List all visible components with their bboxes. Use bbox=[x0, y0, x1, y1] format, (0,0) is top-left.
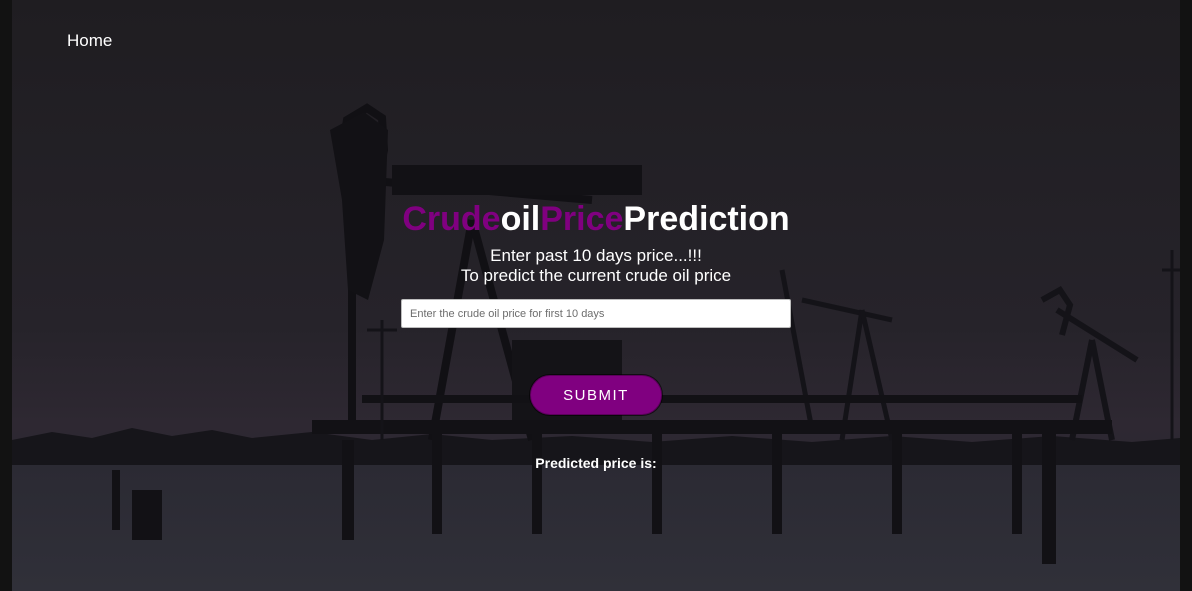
subtitle-line-2: To predict the current crude oil price bbox=[460, 266, 732, 285]
title-part-prediction: Prediction bbox=[623, 200, 790, 238]
subtitle-line-1: Enter past 10 days price...!!! bbox=[490, 246, 702, 265]
left-border-strip bbox=[0, 0, 12, 591]
page: Home CrudeoilPricePrediction Enter past … bbox=[0, 0, 1192, 591]
title-part-crude: Crude bbox=[402, 200, 501, 238]
predicted-price-label: Predicted price is: bbox=[535, 455, 657, 471]
page-title: CrudeoilPricePrediction bbox=[0, 200, 1192, 239]
title-part-oil: oil bbox=[500, 200, 541, 238]
title-part-price: Price bbox=[540, 200, 624, 238]
background-image-oil-field bbox=[12, 0, 1180, 591]
nav-home-link[interactable]: Home bbox=[67, 31, 112, 51]
right-border-strip bbox=[1180, 0, 1192, 591]
crude-oil-price-input[interactable] bbox=[401, 299, 791, 328]
submit-button[interactable]: SUBMIT bbox=[530, 375, 662, 415]
